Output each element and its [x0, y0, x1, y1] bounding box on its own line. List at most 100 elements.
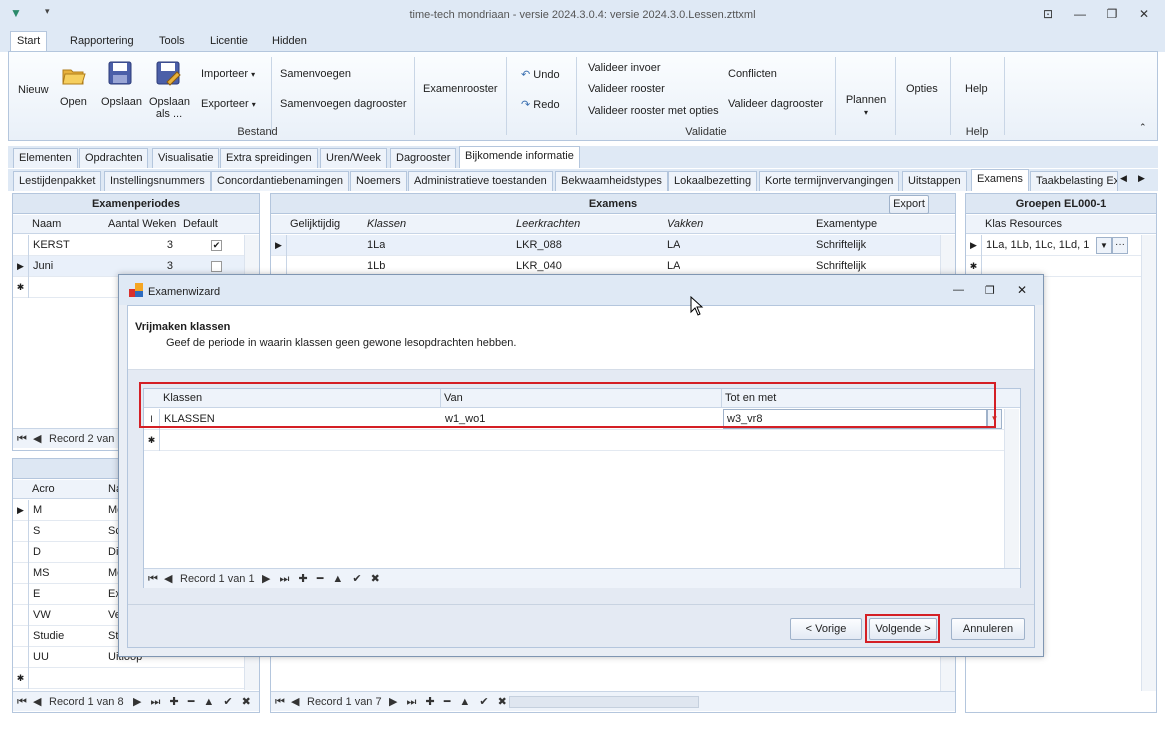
navigator-actions-icon[interactable]: ▶ ⏭ ✚ ━ ▲ ✔ ✖	[262, 569, 383, 589]
cell-naam[interactable]: KERST	[30, 235, 70, 256]
redo-button[interactable]: ↷ Redo	[521, 98, 560, 111]
cell-naam[interactable]: St	[105, 626, 118, 647]
tab-uren-week[interactable]: Uren/Week	[320, 148, 387, 168]
column-header[interactable]: Klassen	[367, 215, 406, 234]
valideer-invoer-button[interactable]: Valideer invoer	[588, 62, 661, 74]
tab-scroll-left-icon[interactable]: ◀	[1120, 173, 1127, 184]
undo-button[interactable]: ↶ Undo	[521, 68, 560, 81]
tab-uitstappen[interactable]: Uitstappen	[902, 171, 967, 191]
new-row[interactable]: ✱	[13, 668, 244, 689]
horizontal-scrollbar[interactable]	[509, 696, 699, 708]
first-record-icon[interactable]: ⏮	[275, 692, 285, 712]
cell-acro[interactable]: M	[30, 500, 42, 521]
cell-acro[interactable]: UU	[30, 647, 49, 668]
default-checkbox[interactable]	[211, 261, 222, 272]
vertical-scrollbar[interactable]	[1141, 235, 1156, 691]
tab-bekwaamheidstypes[interactable]: Bekwaamheidstypes	[555, 171, 668, 191]
prev-record-icon[interactable]: ◀	[164, 569, 172, 589]
column-header[interactable]: Examentype	[816, 215, 877, 234]
ribbon-tab-licentie[interactable]: Licentie	[204, 32, 254, 52]
tab-bijkomende-informatie[interactable]: Bijkomende informatie	[459, 146, 580, 168]
valideer-rooster-opties-button[interactable]: Valideer rooster met opties	[588, 105, 719, 117]
column-header[interactable]: Klas Resources	[985, 215, 1062, 234]
tab-instellingsnummers[interactable]: Instellingsnummers	[104, 171, 211, 191]
cell-weken[interactable]: 3	[105, 235, 177, 256]
cell-klassen[interactable]: 1La	[364, 235, 385, 256]
tab-administratieve-toestanden[interactable]: Administratieve toestanden	[408, 171, 553, 191]
valideer-rooster-button[interactable]: Valideer rooster	[588, 83, 665, 95]
exporteer-button[interactable]: Exporteer ▾	[201, 98, 256, 110]
cell-naam[interactable]: Juni	[30, 256, 53, 277]
help-button[interactable]: Help	[965, 83, 988, 95]
dialog-minimize-button[interactable]: —	[953, 284, 964, 296]
tab-examens[interactable]: Examens	[971, 169, 1029, 191]
cell-acro[interactable]: Studie	[30, 626, 64, 647]
tab-lestijdenpakket[interactable]: Lestijdenpakket	[13, 171, 102, 191]
annuleren-button[interactable]: Annuleren	[951, 618, 1025, 640]
opslaan-button[interactable]: Opslaan	[101, 96, 142, 108]
valideer-dagrooster-button[interactable]: Valideer dagrooster	[728, 98, 823, 110]
tab-visualisatie[interactable]: Visualisatie	[152, 148, 220, 168]
save-as-icon[interactable]	[155, 60, 181, 86]
collapse-ribbon-icon[interactable]: ⌃	[1139, 122, 1147, 133]
cell-acro[interactable]: MS	[30, 563, 50, 584]
tab-elementen[interactable]: Elementen	[13, 148, 78, 168]
navigator-actions-icon[interactable]: ▶ ⏭ ✚ ━ ▲ ✔ ✖	[133, 692, 254, 712]
table-row[interactable]: ▶ 1La, 1Lb, 1Lc, 1Ld, 1 ▼ ···	[966, 235, 1141, 256]
dialog-close-button[interactable]: ✕	[1017, 283, 1027, 297]
open-folder-icon[interactable]	[61, 62, 87, 88]
tab-concordantiebenamingen[interactable]: Concordantiebenamingen	[211, 171, 349, 191]
opslaan-als-button[interactable]: Opslaan als ...	[149, 96, 190, 120]
cell-acro[interactable]: S	[30, 521, 40, 542]
close-button[interactable]: ✕	[1134, 6, 1154, 22]
table-row[interactable]: KERST 3 ✔	[13, 235, 244, 256]
plannen-button[interactable]: Plannen ▾	[841, 94, 891, 118]
column-header[interactable]: Aantal Weken	[108, 215, 176, 234]
tab-taakbelasting[interactable]: Taakbelasting Ex	[1030, 171, 1118, 191]
column-header[interactable]: Acro	[32, 480, 55, 499]
vertical-scrollbar[interactable]	[1004, 409, 1019, 568]
tab-noemers[interactable]: Noemers	[350, 171, 407, 191]
tab-dagrooster[interactable]: Dagrooster	[390, 148, 457, 168]
cell-naam[interactable]: Di	[105, 542, 118, 563]
dropdown-arrow-icon[interactable]: ▼	[1096, 237, 1112, 254]
samenvoegen-button[interactable]: Samenvoegen	[280, 68, 351, 80]
navigator-actions-icon[interactable]: ▶ ⏭ ✚ ━ ▲ ✔ ✖	[389, 692, 510, 712]
prev-record-icon[interactable]: ◀	[33, 692, 41, 712]
cell-examentype[interactable]: Schriftelijk	[813, 235, 866, 256]
column-header[interactable]: Naam	[32, 215, 61, 234]
cell-acro[interactable]: D	[30, 542, 41, 563]
examenrooster-button[interactable]: Examenrooster	[423, 83, 498, 95]
column-header[interactable]: Leerkrachten	[516, 215, 580, 234]
restore-layout-icon[interactable]: ⊡	[1038, 6, 1058, 22]
default-checkbox[interactable]: ✔	[211, 240, 222, 251]
nieuw-button[interactable]: Nieuw	[18, 84, 49, 96]
first-record-icon[interactable]: ⏮	[17, 429, 27, 449]
ribbon-tab-start[interactable]: Start	[10, 31, 48, 53]
maximize-button[interactable]: ❐	[1102, 6, 1122, 22]
column-header[interactable]: Default	[183, 215, 218, 234]
ellipsis-button[interactable]: ···	[1112, 237, 1128, 254]
cell-leerkrachten[interactable]: LKR_088	[513, 235, 562, 256]
cell-acro[interactable]: E	[30, 584, 40, 605]
vorige-button[interactable]: < Vorige	[790, 618, 862, 640]
samenvoegen-dagrooster-button[interactable]: Samenvoegen dagrooster	[280, 98, 407, 110]
column-header[interactable]: Gelijktijdig	[290, 215, 340, 234]
tab-korte-termijnvervangingen[interactable]: Korte termijnvervangingen	[759, 171, 900, 191]
save-disk-icon[interactable]	[107, 60, 133, 86]
ribbon-tab-rapportering[interactable]: Rapportering	[64, 32, 140, 52]
tab-scroll-right-icon[interactable]: ▶	[1138, 173, 1145, 184]
new-row[interactable]: ✱	[144, 430, 1004, 451]
cell-acro[interactable]: VW	[30, 605, 51, 626]
cell-vakken[interactable]: LA	[664, 235, 680, 256]
table-row[interactable]: ▶ 1La LKR_088 LA Schriftelijk	[271, 235, 940, 256]
dialog-maximize-button[interactable]: ❐	[985, 284, 995, 297]
ribbon-tab-tools[interactable]: Tools	[153, 32, 191, 52]
conflicten-button[interactable]: Conflicten	[728, 68, 777, 80]
prev-record-icon[interactable]: ◀	[33, 429, 41, 449]
first-record-icon[interactable]: ⏮	[17, 692, 27, 712]
export-button[interactable]: Export	[889, 195, 929, 214]
tab-extra-spreidingen[interactable]: Extra spreidingen	[220, 148, 318, 168]
tab-lokaalbezetting[interactable]: Lokaalbezetting	[668, 171, 758, 191]
cell-klas-resources[interactable]: 1La, 1Lb, 1Lc, 1Ld, 1	[983, 235, 1095, 256]
